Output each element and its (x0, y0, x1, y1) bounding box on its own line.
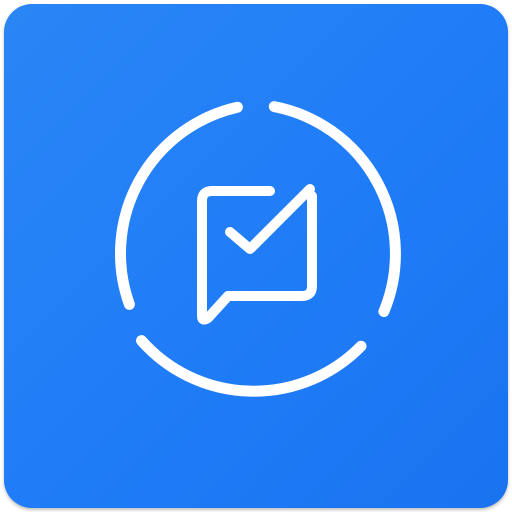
app-icon-glyph (115, 101, 401, 397)
segmented-ring-icon (115, 101, 401, 397)
ring-segment-bottom (136, 335, 367, 397)
checkmark-icon (225, 184, 315, 254)
chat-bubble-checkmark-icon (197, 184, 317, 325)
ring-segment-top-left (115, 101, 243, 310)
